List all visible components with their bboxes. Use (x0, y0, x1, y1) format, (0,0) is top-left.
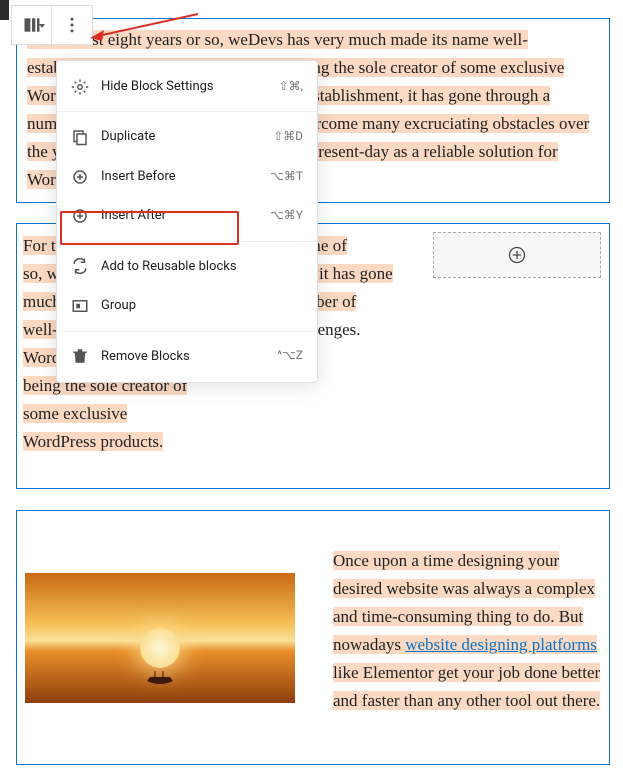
duplicate-icon (71, 128, 89, 146)
add-block-appender[interactable] (433, 232, 601, 278)
group-icon (71, 297, 89, 315)
chevron-down-icon (39, 24, 45, 28)
menu-separator (57, 241, 317, 242)
menu-label: Hide Block Settings (101, 76, 214, 97)
paragraph-text: Once upon a time designing your desired … (333, 547, 601, 715)
block-options-menu: Hide Block Settings ⇧⌘, Duplicate ⇧⌘D In… (56, 60, 318, 383)
menu-duplicate[interactable]: Duplicate ⇧⌘D (57, 117, 317, 156)
sunset-image (25, 573, 295, 703)
reusable-icon (71, 257, 89, 275)
sun-graphic (140, 628, 180, 668)
website-designing-link[interactable]: website designing platforms (405, 635, 597, 654)
boat-graphic (145, 671, 175, 685)
menu-label: Group (101, 295, 136, 316)
more-options-button[interactable] (52, 6, 92, 44)
menu-separator (57, 331, 317, 332)
menu-group[interactable]: Group (57, 286, 317, 325)
menu-remove-blocks[interactable]: Remove Blocks ^⌥Z (57, 337, 317, 376)
menu-add-reusable[interactable]: Add to Reusable blocks (57, 247, 317, 286)
menu-separator (57, 111, 317, 112)
menu-insert-before[interactable]: Insert Before ⌥⌘T (57, 157, 317, 196)
window-edge (0, 0, 9, 20)
menu-shortcut: ⌥⌘Y (270, 206, 303, 226)
media-image[interactable] (25, 573, 295, 703)
gear-icon (71, 78, 89, 96)
media-text-content[interactable]: Once upon a time designing your desired … (333, 547, 601, 715)
insert-before-icon (71, 168, 89, 186)
menu-shortcut: ⌥⌘T (270, 167, 303, 187)
plus-circle-icon (507, 245, 527, 265)
menu-label: Insert After (101, 205, 166, 226)
media-text-block[interactable]: Once upon a time designing your desired … (16, 510, 610, 765)
menu-label: Duplicate (101, 126, 155, 147)
ellipsis-icon (62, 15, 82, 35)
menu-shortcut: ⇧⌘, (279, 77, 303, 97)
menu-label: Add to Reusable blocks (101, 256, 237, 277)
menu-hide-block-settings[interactable]: Hide Block Settings ⇧⌘, (57, 67, 317, 106)
trash-icon (71, 347, 89, 365)
block-toolbar (11, 5, 93, 45)
change-layout-button[interactable] (12, 6, 52, 44)
menu-label: Insert Before (101, 166, 176, 187)
menu-insert-after[interactable]: Insert After ⌥⌘Y (57, 196, 317, 235)
menu-label: Remove Blocks (101, 346, 190, 367)
menu-shortcut: ^⌥Z (277, 346, 303, 366)
insert-after-icon (71, 207, 89, 225)
menu-shortcut: ⇧⌘D (273, 127, 303, 147)
